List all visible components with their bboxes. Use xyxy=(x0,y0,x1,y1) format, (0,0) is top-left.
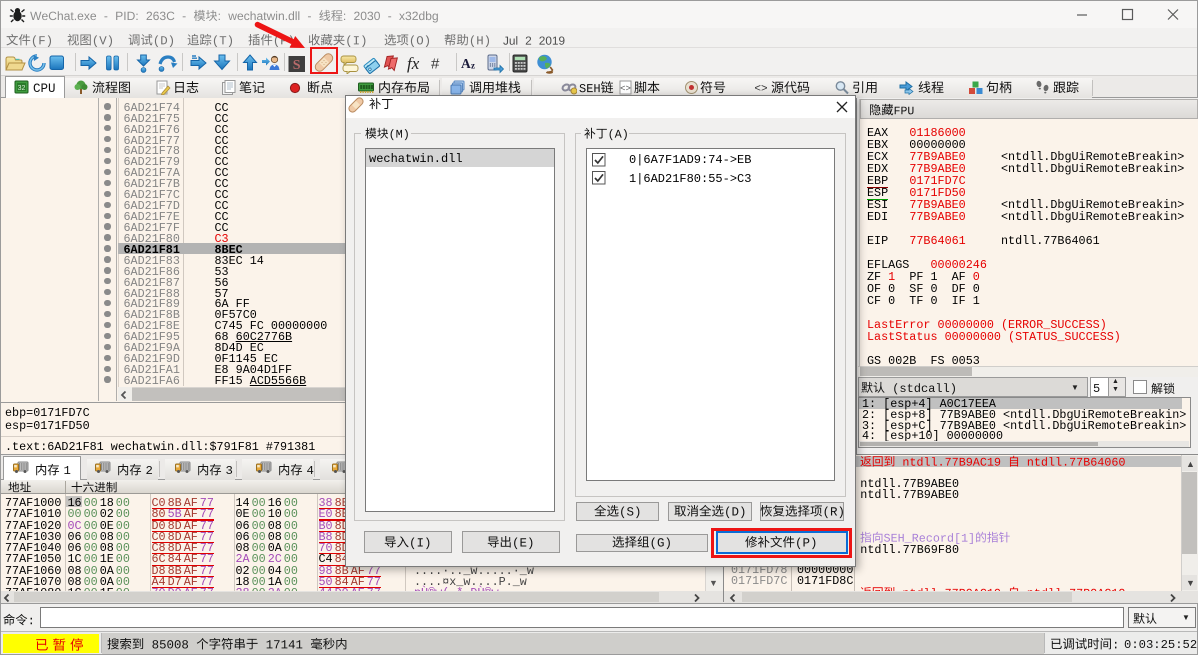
svg-text:A: A xyxy=(461,56,471,71)
svg-text:<>: <> xyxy=(754,84,767,96)
svg-text:z: z xyxy=(471,61,475,71)
svg-text:<>: <> xyxy=(620,84,631,94)
svg-text:#: # xyxy=(431,56,440,73)
svg-text:S: S xyxy=(293,58,301,73)
svg-text:fx: fx xyxy=(407,54,420,73)
svg-text:32: 32 xyxy=(18,85,26,92)
